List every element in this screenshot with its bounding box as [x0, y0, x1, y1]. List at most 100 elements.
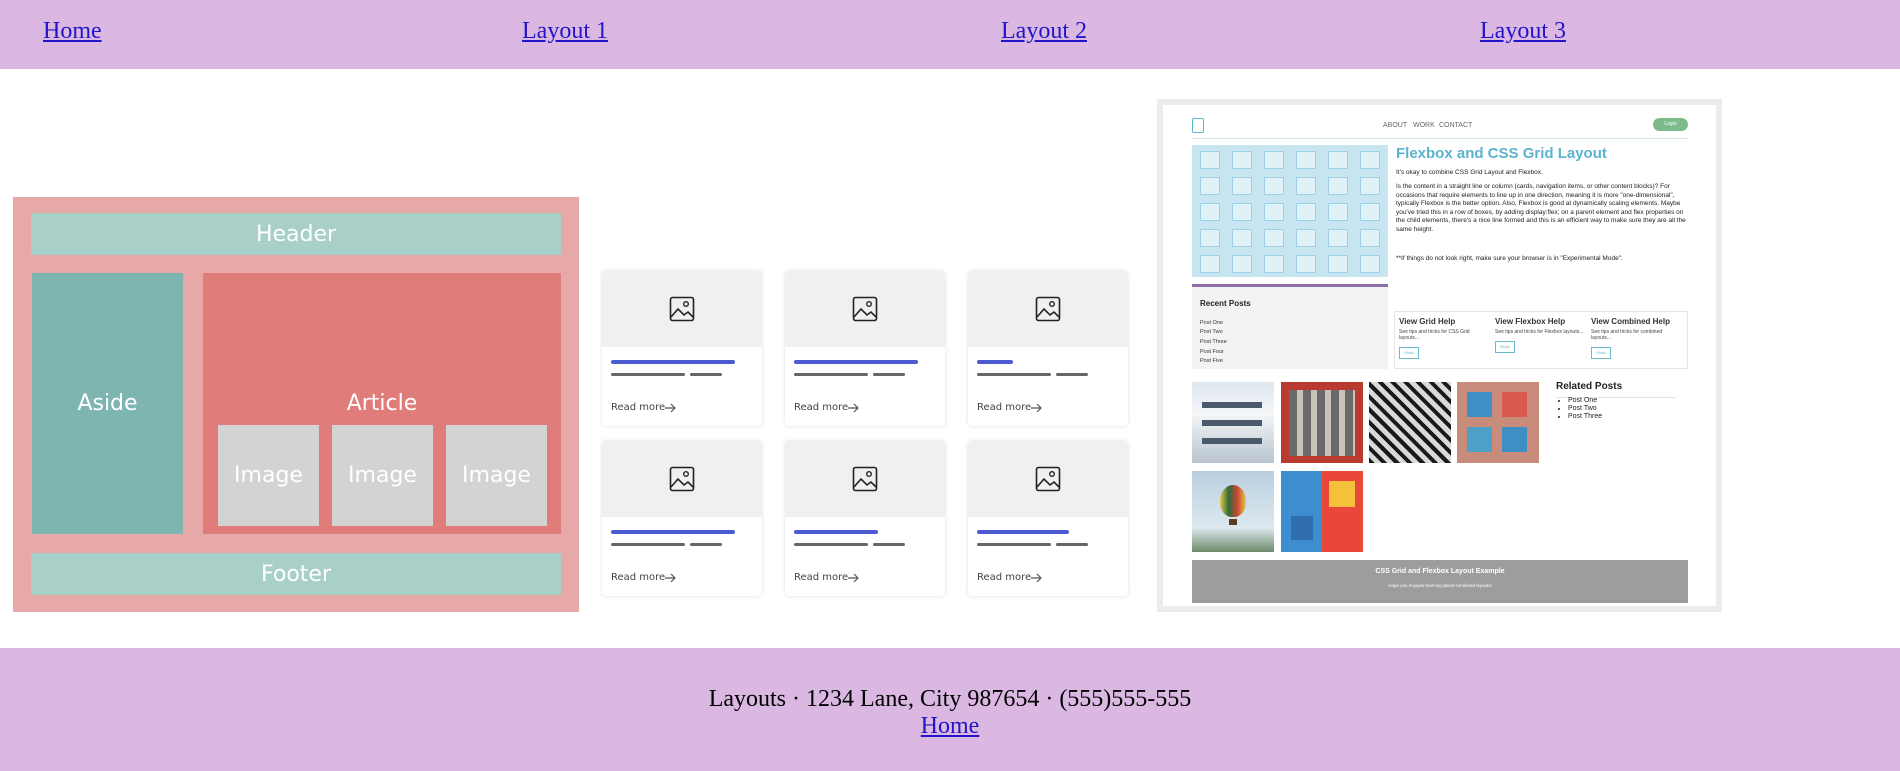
arrow-right-icon [1031, 403, 1043, 416]
hero-window [1296, 255, 1316, 273]
help-combined-button: Read [1591, 347, 1611, 359]
card: Read more [602, 441, 762, 596]
card-read-more-label: Read more [794, 572, 849, 583]
hero-window [1200, 151, 1220, 169]
card: Read more [785, 271, 945, 426]
hero-window [1264, 177, 1284, 195]
recent-post-item: Post Three [1200, 339, 1227, 345]
site-nav-contact: CONTACT [1439, 122, 1473, 129]
hero-window [1232, 177, 1252, 195]
hero-window [1232, 151, 1252, 169]
recent-post-item: Post Five [1200, 358, 1223, 364]
related-post-item: Post One [1568, 397, 1602, 405]
site-recent-posts: Recent Posts Post One Post Two Post Thre… [1192, 287, 1388, 369]
help-grid-text: See tips and tricks for CSS Grid layouts… [1399, 329, 1470, 341]
nav-link-layout-1[interactable]: Layout 1 [522, 18, 608, 45]
diagram-footer: Footer [31, 553, 561, 595]
card-text-bar [611, 373, 685, 376]
site-hero-building-image [1192, 145, 1388, 277]
site-photo-red-building [1281, 382, 1363, 463]
hero-window [1296, 203, 1316, 221]
card-text-bar [690, 373, 722, 376]
hero-window [1296, 177, 1316, 195]
image-placeholder-icon [852, 296, 878, 322]
card: Read more [968, 441, 1128, 596]
arrow-right-icon [848, 403, 860, 416]
hero-window [1328, 177, 1348, 195]
nav-link-home[interactable]: Home [43, 18, 102, 45]
hero-window [1232, 203, 1252, 221]
card-title-bar [611, 530, 735, 534]
nav-link-layout-3[interactable]: Layout 3 [1480, 18, 1566, 45]
page-footer: Layouts · 1234 Lane, City 987654 · (555)… [0, 648, 1900, 771]
card-text-bar [873, 543, 905, 546]
card-title-bar [794, 360, 918, 364]
recent-post-item: Post One [1200, 320, 1223, 326]
card: Read more [602, 271, 762, 426]
site-footer-title: CSS Grid and Flexbox Layout Example [1375, 568, 1505, 575]
footer-home-link[interactable]: Home [0, 713, 1900, 740]
card-read-more-label: Read more [794, 402, 849, 413]
card-thumbnail [785, 441, 945, 517]
card-read-more: Read more [611, 402, 676, 413]
footer-contact-line: Layouts · 1234 Lane, City 987654 · (555)… [708, 686, 1192, 712]
hero-window [1232, 229, 1252, 247]
hero-window [1200, 229, 1220, 247]
card-read-more: Read more [794, 402, 859, 413]
hero-window [1232, 255, 1252, 273]
hero-window [1264, 255, 1284, 273]
help-combined: View Combined Help See tips and tricks f… [1591, 317, 1681, 359]
site-footer-subtitle: Hope you enjoyed learning about combined… [1388, 583, 1492, 588]
diagram-header: Header [31, 213, 561, 255]
card-read-more-label: Read more [977, 572, 1032, 583]
layout-diagram-image: Header Aside Article Image Image Image F… [13, 197, 579, 612]
hero-window [1360, 229, 1380, 247]
diagram-aside: Aside [32, 273, 183, 534]
card-thumbnail [968, 271, 1128, 347]
recent-post-item: Post Two [1200, 329, 1223, 335]
site-body: Is the content in a straight line or col… [1396, 183, 1686, 233]
hero-window [1200, 177, 1220, 195]
card-read-more-label: Read more [977, 402, 1032, 413]
arrow-right-icon [848, 573, 860, 586]
site-photo-balconies [1457, 382, 1539, 463]
card-read-more: Read more [977, 572, 1042, 583]
site-photo-white-building [1192, 382, 1274, 463]
help-combined-text: See tips and tricks for combined layouts… [1591, 329, 1663, 341]
recent-posts-title: Recent Posts [1200, 299, 1251, 308]
image-placeholder-icon [1035, 296, 1061, 322]
card: Read more [785, 441, 945, 596]
card-text-bar [794, 373, 868, 376]
recent-post-item: Post Four [1200, 349, 1224, 355]
site-logo-icon [1192, 118, 1204, 133]
card-text-bar [690, 543, 722, 546]
diagram-image-2: Image [332, 425, 433, 526]
site-title: Flexbox and CSS Grid Layout [1396, 145, 1607, 162]
hero-window [1360, 177, 1380, 195]
site-login-button: Login [1653, 118, 1688, 131]
related-post-item: Post Three [1568, 413, 1602, 421]
hero-window [1360, 203, 1380, 221]
card-title-bar [794, 530, 878, 534]
hero-window [1200, 203, 1220, 221]
site-note: **If things do not look right, make sure… [1396, 255, 1623, 262]
card-text-bar [611, 543, 685, 546]
help-flexbox: View Flexbox Help See tips and tricks fo… [1495, 317, 1585, 353]
card-thumbnail [602, 271, 762, 347]
image-placeholder-icon [1035, 466, 1061, 492]
hero-window [1328, 255, 1348, 273]
site-nav-work: WORK [1413, 122, 1435, 129]
nav-link-layout-2[interactable]: Layout 2 [1001, 18, 1087, 45]
image-placeholder-icon [669, 296, 695, 322]
arrow-right-icon [1031, 573, 1043, 586]
site-divider [1192, 138, 1688, 139]
card-read-more: Read more [977, 402, 1042, 413]
card: Read more [968, 271, 1128, 426]
card-read-more: Read more [794, 572, 859, 583]
hero-window [1264, 203, 1284, 221]
arrow-right-icon [665, 573, 677, 586]
diagram-image-1: Image [218, 425, 319, 526]
card-text-bar [977, 543, 1051, 546]
card-text-bar [794, 543, 868, 546]
help-flexbox-title: View Flexbox Help [1495, 317, 1566, 326]
